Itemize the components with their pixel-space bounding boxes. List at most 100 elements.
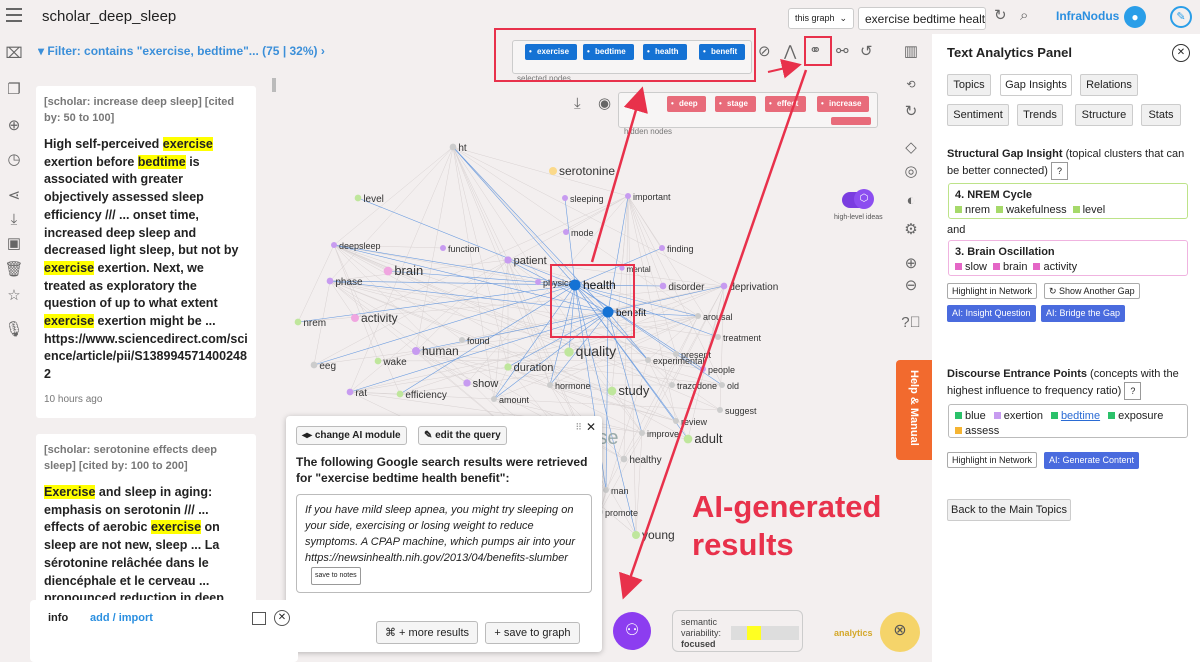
graph-node[interactable]	[491, 396, 497, 402]
tab-structure[interactable]: Structure	[1075, 104, 1133, 126]
help-button[interactable]: ?	[1124, 382, 1142, 400]
graph-node[interactable]	[603, 487, 609, 493]
graph-node[interactable]	[659, 282, 667, 290]
graph-node[interactable]	[695, 313, 701, 319]
brand-label[interactable]: InfraNodus	[1056, 9, 1119, 23]
circle-icon[interactable]: ◎	[900, 162, 922, 180]
share-icon[interactable]: ⋖	[4, 188, 24, 204]
panel-toggle-icon[interactable]	[252, 612, 266, 625]
save-to-graph-button[interactable]: + save to graph	[485, 622, 580, 644]
tab-add-import[interactable]: add / import	[90, 612, 153, 624]
cluster-term[interactable]: brain	[1003, 261, 1027, 273]
highlight-network-button[interactable]: Highlight in Network	[947, 452, 1038, 468]
entrance-term[interactable]: assess	[965, 425, 999, 437]
ai-brain-button[interactable]: ⚇	[613, 612, 651, 650]
zoom-out-icon[interactable]: ⊖	[900, 276, 922, 294]
hidden-node-pill[interactable]	[831, 117, 871, 125]
bar-chart-icon[interactable]: ▥	[900, 42, 922, 60]
cluster-term[interactable]: slow	[965, 261, 987, 273]
all-icon[interactable]: ⟲	[900, 78, 922, 91]
path-icon[interactable]: ⋀	[784, 44, 796, 60]
graph-node[interactable]	[639, 430, 645, 436]
graph-node[interactable]	[463, 379, 471, 387]
graph-node[interactable]	[683, 434, 693, 444]
gap-cluster-1[interactable]: 4. NREM Cycle nrem wakefulness level	[948, 183, 1188, 219]
entrance-term[interactable]: blue	[965, 410, 986, 422]
graph-node[interactable]	[535, 279, 541, 285]
graph-node[interactable]	[504, 256, 512, 264]
save-icon[interactable]: ▣	[4, 236, 24, 252]
hidden-node-pill[interactable]: • deep	[667, 96, 706, 112]
close-icon[interactable]: ✕	[274, 610, 290, 626]
close-icon[interactable]: ✕	[586, 420, 596, 434]
trash-icon[interactable]: 🗑	[4, 262, 24, 278]
graph-node[interactable]	[549, 167, 557, 175]
more-results-button[interactable]: ⌘ + more results	[376, 621, 479, 644]
search-icon[interactable]: ⌕	[1020, 8, 1028, 24]
change-ai-module-button[interactable]: ◂▸ change AI module	[296, 426, 407, 445]
edit-query-button[interactable]: ✎ edit the query	[417, 426, 507, 445]
graph-node[interactable]	[619, 265, 625, 271]
link-icon[interactable]: ⚯	[836, 44, 849, 60]
graph-node[interactable]	[720, 282, 728, 290]
tab-sentiment[interactable]: Sentiment	[947, 104, 1009, 126]
diamond-icon[interactable]: ◇	[900, 138, 922, 156]
graph-node[interactable]	[459, 337, 465, 343]
cluster-term[interactable]: wakefulness	[1006, 204, 1067, 216]
high-level-toggle[interactable]: ⬡	[842, 189, 874, 209]
back-to-main-topics-button[interactable]: Back to the Main Topics	[947, 499, 1071, 521]
zoom-in-icon[interactable]: ⊕	[900, 254, 922, 272]
statement-card[interactable]: [scholar: increase deep sleep] [cited by…	[36, 86, 256, 418]
graph-node[interactable]	[673, 418, 679, 424]
graph-node[interactable]	[354, 194, 362, 202]
save-to-notes-button[interactable]: save to notes	[311, 567, 361, 585]
graph-node-selected[interactable]	[569, 279, 581, 291]
graph-node-selected[interactable]	[602, 306, 614, 318]
hidden-node-pill[interactable]: • increase	[817, 96, 870, 112]
history-icon[interactable]: ◷	[4, 152, 24, 168]
gap-cluster-2[interactable]: 3. Brain Oscillation slow brain activity	[948, 240, 1188, 276]
menu-icon[interactable]	[6, 8, 22, 22]
graph-node[interactable]	[346, 388, 354, 396]
close-icon[interactable]: ✕	[1172, 44, 1190, 62]
graph-node[interactable]	[504, 363, 512, 371]
graph-node[interactable]	[440, 245, 446, 251]
graph-node[interactable]	[562, 195, 568, 201]
ai-insight-question-button[interactable]: AI: Insight Question	[947, 305, 1036, 322]
user-avatar-icon[interactable]: ●	[1124, 6, 1146, 28]
entrance-points-box[interactable]: blue exertion bedtime exposure assess	[948, 404, 1188, 438]
cluster-term[interactable]: activity	[1043, 261, 1077, 273]
notes-icon[interactable]: ✎	[1170, 6, 1192, 28]
help-icon[interactable]: ?⃝	[900, 314, 922, 331]
hidden-node-pill[interactable]: • effect	[765, 96, 807, 112]
graph-node[interactable]	[412, 347, 420, 355]
entrance-term[interactable]: exertion	[1004, 410, 1043, 422]
download-icon[interactable]: ⤓	[574, 96, 581, 112]
graph-node[interactable]	[351, 314, 359, 322]
graph-node[interactable]	[396, 390, 404, 398]
help-manual-tab[interactable]: Help & Manual	[896, 360, 932, 460]
undo-icon[interactable]: ↺	[860, 44, 873, 60]
graph-node[interactable]	[669, 382, 675, 388]
graph-node[interactable]	[717, 407, 723, 413]
graph-node[interactable]	[620, 455, 628, 463]
help-button[interactable]: ?	[1050, 162, 1068, 180]
tab-info[interactable]: info	[48, 612, 68, 624]
microphone-icon[interactable]: 🎙	[4, 322, 24, 338]
eye-icon[interactable]: ◉	[598, 96, 611, 112]
globe-icon[interactable]: ⊕	[4, 118, 24, 134]
cluster-term[interactable]: level	[1083, 204, 1106, 216]
drag-handle-icon[interactable]: ⠿	[575, 422, 582, 433]
graph-node[interactable]	[563, 229, 569, 235]
tab-relations[interactable]: Relations	[1080, 74, 1138, 96]
tab-gap-insights[interactable]: Gap Insights	[1000, 74, 1072, 96]
semantic-variability[interactable]: semantic variability: focused	[672, 610, 803, 652]
graph-node[interactable]	[294, 318, 302, 326]
refresh-icon[interactable]: ↻	[900, 102, 922, 120]
graph-select[interactable]: this graph ⌄	[788, 8, 854, 29]
cluster-term[interactable]: nrem	[965, 204, 990, 216]
graph-node[interactable]	[625, 193, 631, 199]
graph-node[interactable]	[607, 386, 617, 396]
graph-node[interactable]	[374, 357, 382, 365]
graph-node[interactable]	[547, 382, 553, 388]
